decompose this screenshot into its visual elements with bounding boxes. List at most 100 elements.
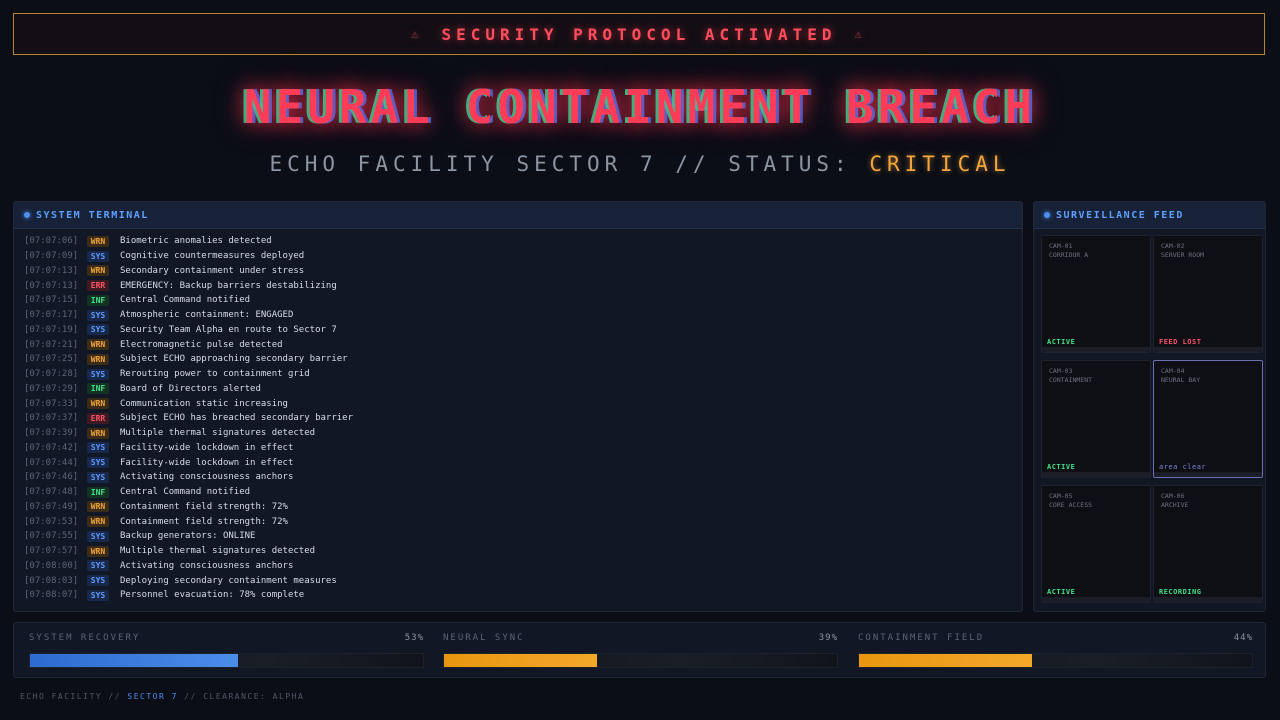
log-message: Deploying secondary containment measures	[120, 575, 337, 586]
banner-text: SECURITY PROTOCOL ACTIVATED	[441, 24, 837, 44]
progress-fill	[444, 654, 598, 667]
log-timestamp: [07:07:09]	[24, 251, 79, 262]
log-timestamp: [07:07:21]	[24, 339, 79, 350]
log-message: Containment field strength: 72%	[120, 501, 288, 512]
log-timestamp: [07:08:03]	[24, 575, 79, 586]
log-message: Electromagnetic pulse detected	[120, 339, 283, 350]
camera-label: CAM-06 ARCHIVE	[1161, 492, 1188, 510]
camera-feed-cam-06[interactable]: CAM-06 ARCHIVE RECORDING	[1153, 485, 1263, 603]
log-row: [07:07:06] WRN Biometric anomalies detecte…	[24, 234, 1012, 249]
camera-location: CONTAINMENT	[1049, 376, 1093, 384]
log-timestamp: [07:07:39]	[24, 428, 79, 439]
log-row: [07:07:44] SYS Facility-wide lockdown in e…	[24, 455, 1012, 470]
log-row: [07:07:25] WRN Subject ECHO approaching se…	[24, 352, 1012, 367]
camera-feed-cam-03[interactable]: CAM-03 CONTAINMENT ACTIVE	[1041, 360, 1151, 478]
log-level-badge: SYS	[87, 324, 109, 336]
progress-label: NEURAL SYNC	[443, 633, 525, 643]
log-timestamp: [07:07:53]	[24, 516, 79, 527]
camera-location: ARCHIVE	[1161, 501, 1189, 509]
camera-id: CAM-05	[1049, 492, 1073, 500]
footer: ECHO FACILITY // SECTOR 7 // CLEARANCE: …	[20, 692, 304, 701]
log-level-badge: WRN	[87, 427, 109, 439]
facility-status: ECHO FACILITY SECTOR 7 // STATUS: CRITIC…	[0, 152, 1280, 176]
log-level-badge: SYS	[87, 442, 109, 454]
log-message: Containment field strength: 72%	[120, 516, 288, 527]
log-message: Facility-wide lockdown in effect	[120, 442, 294, 453]
log-timestamp: [07:07:19]	[24, 324, 79, 335]
log-level-badge: WRN	[87, 501, 109, 513]
log-message: Facility-wide lockdown in effect	[120, 457, 294, 468]
terminal-log[interactable]: [07:07:06] WRN Biometric anomalies detecte…	[24, 228, 1012, 601]
log-row: [07:07:17] SYS Atmospheric containment: EN…	[24, 308, 1012, 323]
log-message: Subject ECHO has breached secondary barr…	[120, 413, 353, 424]
progress-panel: SYSTEM RECOVERY 53% NEURAL SYNC 39% CONTAINM…	[13, 622, 1266, 678]
camera-feed-cam-01[interactable]: CAM-01 CORRIDOR A ACTIVE	[1041, 235, 1151, 353]
log-message: Biometric anomalies detected	[120, 236, 272, 247]
log-timestamp: [07:07:55]	[24, 531, 79, 542]
log-message: EMERGENCY: Backup barriers destabilizing	[120, 280, 337, 291]
log-timestamp: [07:07:25]	[24, 354, 79, 365]
log-timestamp: [07:07:13]	[24, 265, 79, 276]
log-row: [07:07:19] SYS Security Team Alpha en rout…	[24, 323, 1012, 338]
log-message: Board of Directors alerted	[120, 383, 261, 394]
log-timestamp: [07:07:49]	[24, 501, 79, 512]
camera-status-bar	[1042, 472, 1150, 477]
camera-feed-cam-02[interactable]: CAM-02 SERVER ROOM FEED LOST	[1153, 235, 1263, 353]
log-row: [07:07:28] SYS Rerouting power to containm…	[24, 367, 1012, 382]
log-row: [07:07:49] WRN Containment field strength:…	[24, 500, 1012, 515]
log-row: [07:07:21] WRN Electromagnetic pulse detec…	[24, 337, 1012, 352]
progress-fill	[30, 654, 239, 667]
log-timestamp: [07:07:42]	[24, 442, 79, 453]
log-message: Cognitive countermeasures deployed	[120, 251, 305, 262]
system-terminal-panel: SYSTEM TERMINAL [07:07:06] WRN Biometric a…	[13, 201, 1023, 612]
log-message: Secondary containment under stress	[120, 265, 305, 276]
camera-feed-cam-04[interactable]: CAM-04 NEURAL BAY area clear	[1153, 360, 1263, 478]
log-message: Central Command notified	[120, 295, 251, 306]
log-row: [07:07:48] INF Central Command notified	[24, 485, 1012, 500]
log-row: [07:07:46] SYS Activating consciousness an…	[24, 470, 1012, 485]
camera-feed-cam-05[interactable]: CAM-05 CORE ACCESS ACTIVE	[1041, 485, 1151, 603]
log-level-badge: ERR	[87, 280, 109, 292]
log-row: [07:07:53] WRN Containment field strength:…	[24, 514, 1012, 529]
log-level-badge: SYS	[87, 560, 109, 572]
log-row: [07:07:09] SYS Cognitive countermeasures d…	[24, 249, 1012, 264]
log-level-badge: SYS	[87, 457, 109, 469]
log-row: [07:07:33] WRN Communication static increa…	[24, 396, 1012, 411]
log-level-badge: SYS	[87, 589, 109, 601]
log-timestamp: [07:07:48]	[24, 487, 79, 498]
camera-status-bar	[1154, 597, 1262, 602]
status-dot-icon	[24, 212, 30, 218]
log-timestamp: [07:08:00]	[24, 560, 79, 571]
log-timestamp: [07:07:28]	[24, 369, 79, 380]
log-level-badge: INF	[87, 294, 109, 306]
camera-status: area clear	[1159, 463, 1207, 471]
camera-status-bar	[1042, 347, 1150, 352]
log-level-badge: WRN	[87, 339, 109, 351]
security-banner: ⚠ SECURITY PROTOCOL ACTIVATED ⚠	[13, 13, 1265, 55]
log-message: Rerouting power to containment grid	[120, 369, 310, 380]
log-level-badge: WRN	[87, 353, 109, 365]
surveillance-feed-panel: SURVEILLANCE FEED CAM-01 CORRIDOR A ACTIVE…	[1033, 201, 1266, 612]
camera-status: ACTIVE	[1047, 338, 1076, 346]
log-timestamp: [07:07:33]	[24, 398, 79, 409]
progress-label: SYSTEM RECOVERY	[29, 633, 141, 643]
log-level-badge: SYS	[87, 250, 109, 262]
log-message: Activating consciousness anchors	[120, 472, 294, 483]
log-row: [07:07:42] SYS Facility-wide lockdown in e…	[24, 441, 1012, 456]
log-message: Personnel evacuation: 78% complete	[120, 590, 305, 601]
log-timestamp: [07:08:07]	[24, 590, 79, 601]
camera-location: NEURAL BAY	[1161, 376, 1201, 384]
log-message: Activating consciousness anchors	[120, 560, 294, 571]
log-level-badge: INF	[87, 486, 109, 498]
footer-facility: ECHO FACILITY //	[20, 692, 122, 701]
camera-status: FEED LOST	[1159, 338, 1202, 346]
log-timestamp: [07:07:46]	[24, 472, 79, 483]
progress-value: 44%	[1233, 633, 1253, 643]
footer-sector: SECTOR 7	[127, 692, 178, 701]
log-level-badge: WRN	[87, 235, 109, 247]
log-row: [07:08:00] SYS Activating consciousness an…	[24, 559, 1012, 574]
camera-status-bar	[1154, 472, 1262, 477]
log-message: Multiple thermal signatures detected	[120, 428, 316, 439]
log-level-badge: WRN	[87, 265, 109, 277]
camera-id: CAM-02	[1161, 242, 1185, 250]
